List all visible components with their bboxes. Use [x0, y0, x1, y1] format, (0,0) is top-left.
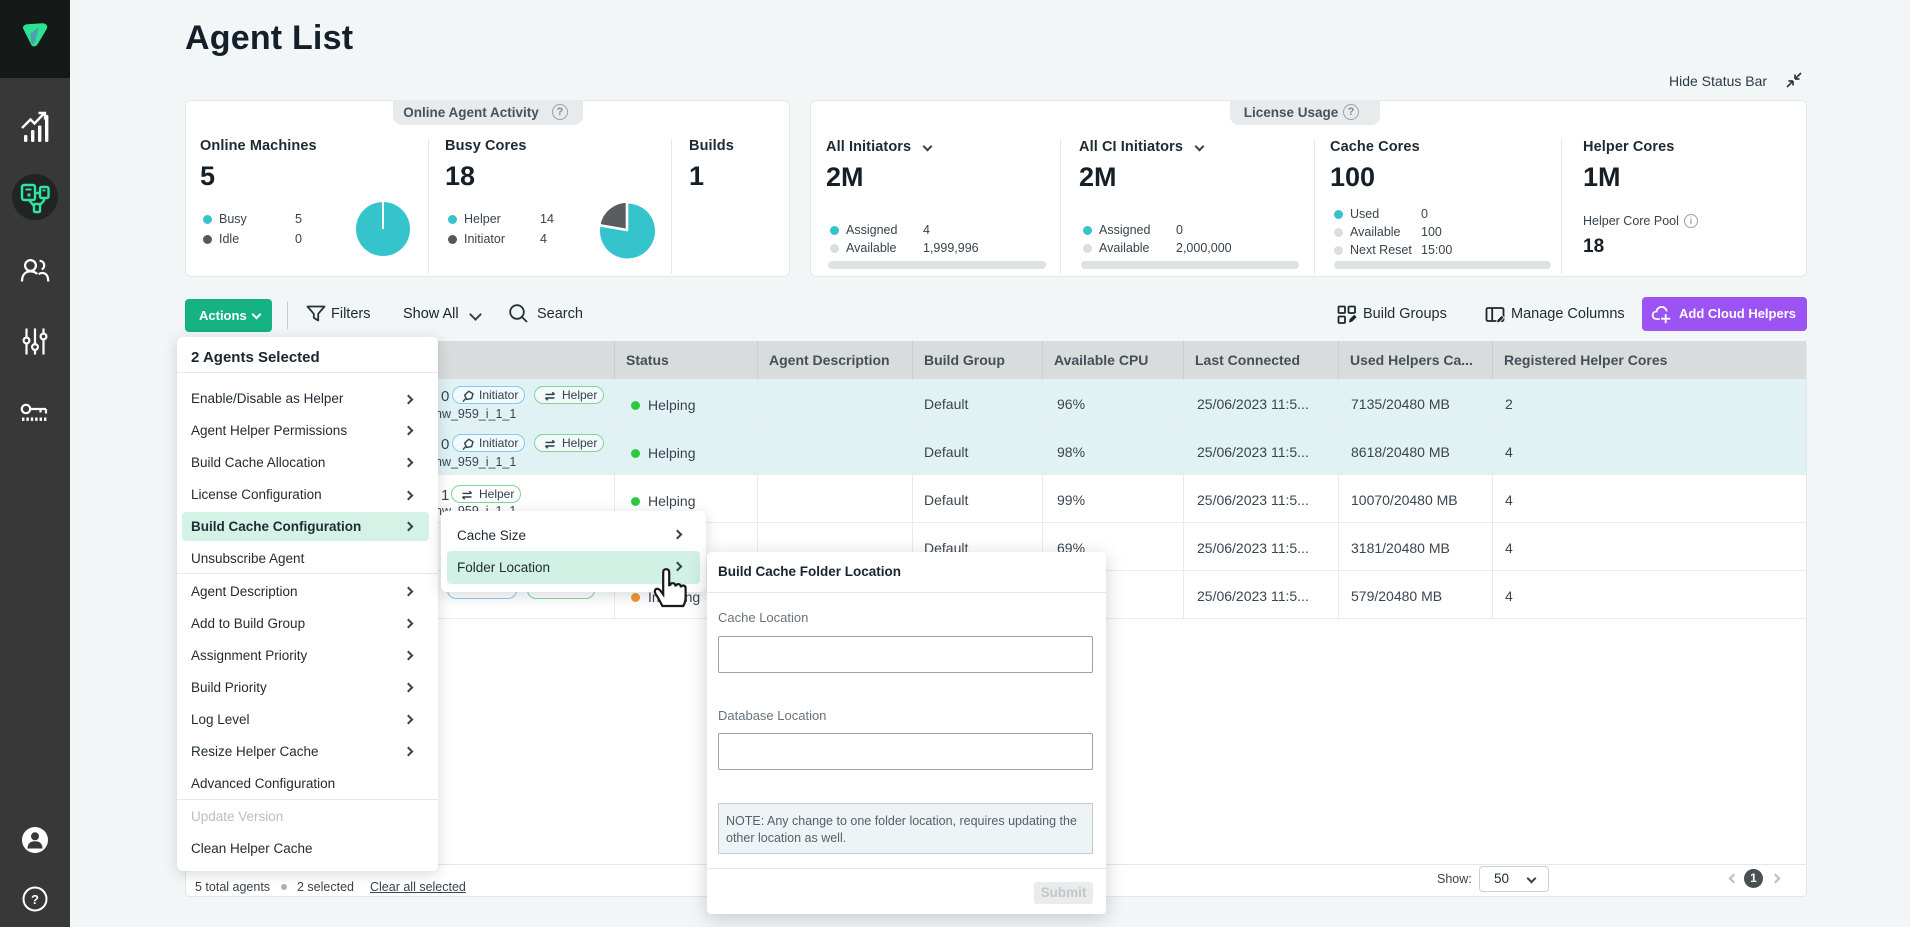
svg-text:?: ?	[31, 892, 39, 907]
